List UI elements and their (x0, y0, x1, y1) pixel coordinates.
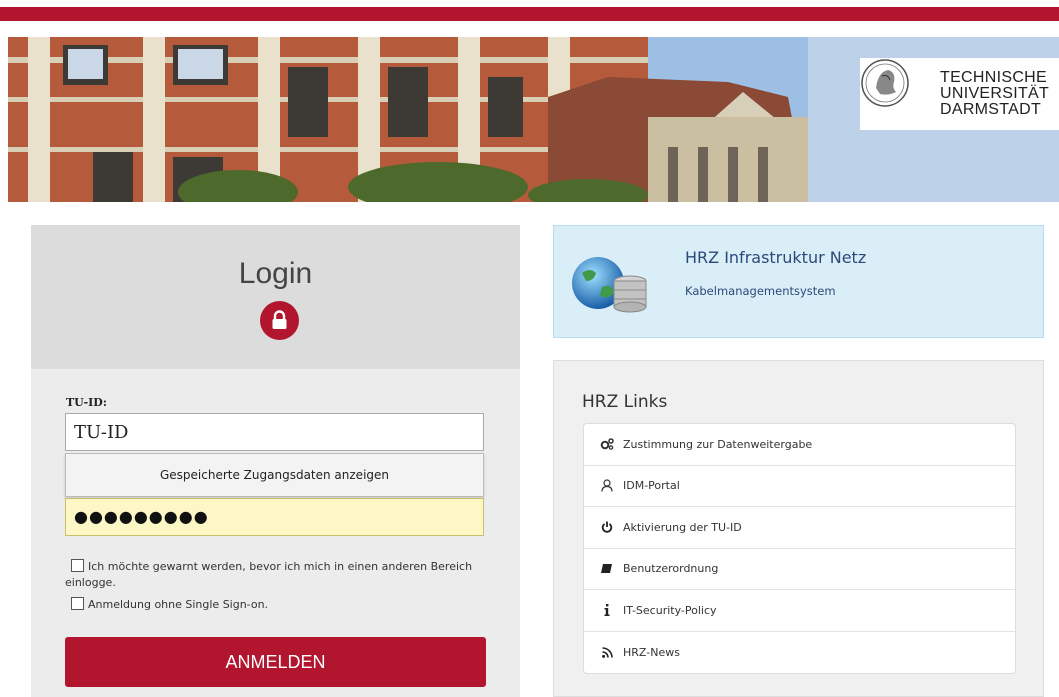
hrz-links-title: HRZ Links (582, 392, 668, 412)
link-label: IT-Security-Policy (623, 603, 717, 617)
lock-icon (260, 301, 299, 340)
link-label: Aktivierung der TU-ID (623, 520, 742, 534)
hrz-links-list: Zustimmung zur Datenweitergabe IDM-Porta… (583, 423, 1016, 674)
header-banner: TECHNISCHE UNIVERSITÄT DARMSTADT (8, 37, 1059, 202)
logo-text-line-2: UNIVERSITÄT (940, 85, 1050, 102)
link-label: Benutzerordnung (623, 562, 719, 576)
logo-text-line-1: TECHNISCHE (940, 69, 1048, 86)
link-idm-portal[interactable]: IDM-Portal (584, 466, 1015, 507)
user-icon (600, 479, 614, 493)
login-header: Login (31, 225, 520, 369)
hrz-links-panel: HRZ Links Zustimmung zur Datenweitergabe… (553, 360, 1044, 697)
university-logo: TECHNISCHE UNIVERSITÄT DARMSTADT (860, 58, 1059, 130)
power-icon (600, 520, 614, 534)
sso-checkbox[interactable] (71, 597, 84, 610)
warn-checkbox-row: Ich möchte gewarnt werden, bevor ich mic… (65, 559, 495, 591)
rss-icon (600, 645, 614, 659)
info-icon (600, 603, 614, 617)
password-input[interactable]: ●●●●●●●●● (65, 498, 484, 536)
link-label: Zustimmung zur Datenweitergabe (623, 437, 813, 451)
link-hrz-news[interactable]: HRZ-News (584, 632, 1015, 674)
link-label: HRZ-News (623, 645, 680, 659)
logo-text-line-3: DARMSTADT (940, 101, 1042, 118)
sso-checkbox-label: Anmeldung ohne Single Sign-on. (88, 598, 269, 611)
tuid-label: TU-ID: (66, 396, 107, 409)
infra-title: HRZ Infrastruktur Netz (685, 248, 867, 267)
book-icon (600, 562, 614, 576)
warn-checkbox[interactable] (71, 559, 84, 572)
link-datenweitergabe[interactable]: Zustimmung zur Datenweitergabe (584, 424, 1015, 466)
globe-database-icon (572, 257, 647, 313)
saved-credentials-dropdown-item[interactable]: Gespeicherte Zugangsdaten anzeigen (65, 453, 484, 497)
top-accent-bar (0, 7, 1059, 21)
login-button[interactable]: ANMELDEN (65, 637, 486, 687)
athena-seal-icon (861, 59, 909, 107)
link-it-security-policy[interactable]: IT-Security-Policy (584, 590, 1015, 632)
hrz-infrastruktur-card[interactable]: HRZ Infrastruktur Netz Kabelmanagementsy… (553, 225, 1044, 338)
login-form: TU-ID: TU-ID Gespeicherte Zugangsdaten a… (31, 369, 520, 697)
tuid-input[interactable]: TU-ID (65, 413, 484, 451)
link-aktivierung-tuid[interactable]: Aktivierung der TU-ID (584, 507, 1015, 549)
login-title: Login (238, 257, 313, 290)
infra-subtitle: Kabelmanagementsystem (685, 284, 836, 298)
gears-icon (600, 437, 614, 451)
warn-checkbox-label: Ich möchte gewarnt werden, bevor ich mic… (65, 560, 473, 589)
link-label: IDM-Portal (623, 479, 680, 493)
link-benutzerordnung[interactable]: Benutzerordnung (584, 549, 1015, 590)
sso-checkbox-row: Anmeldung ohne Single Sign-on. (71, 597, 268, 613)
